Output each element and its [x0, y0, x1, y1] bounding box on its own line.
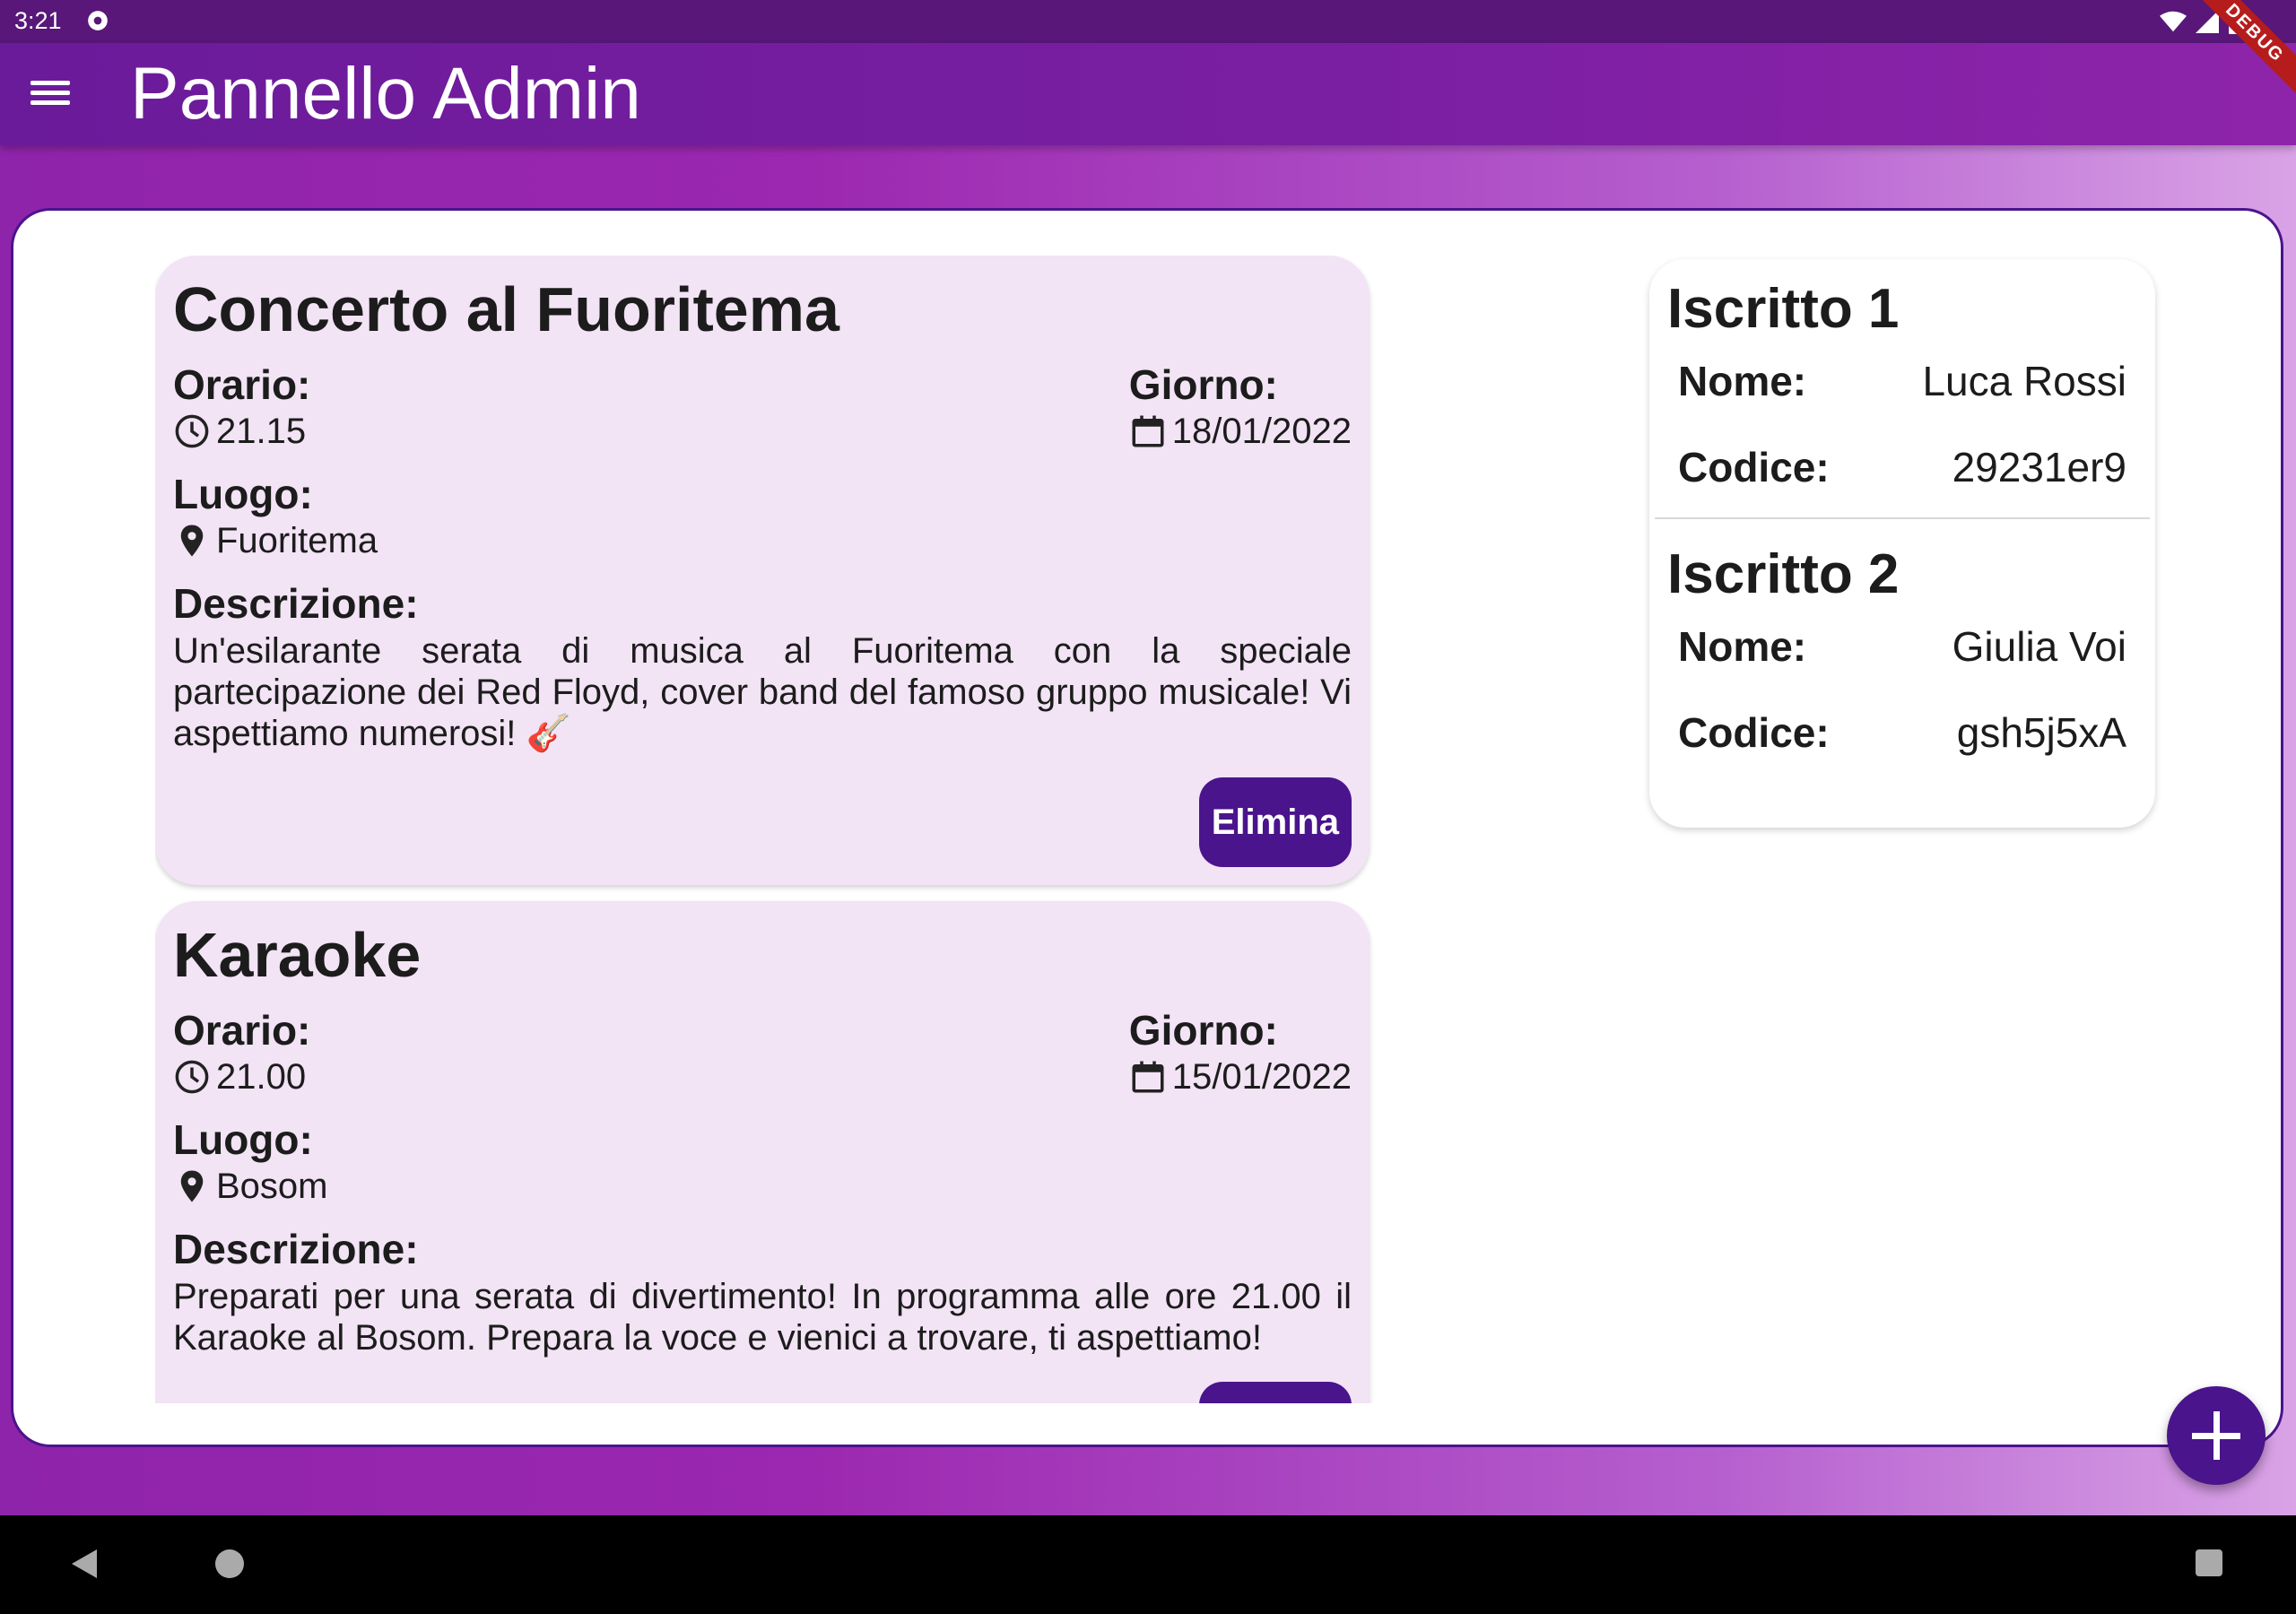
- home-icon[interactable]: [215, 1549, 244, 1578]
- app-bar: Pannello Admin: [0, 43, 2296, 145]
- name-label: Nome:: [1678, 623, 1807, 670]
- status-bar: 3:21 DEBUG: [0, 0, 2296, 113]
- system-nav-bar: [0, 1515, 2296, 1614]
- delete-event-button[interactable]: Elimina: [1198, 777, 1352, 867]
- date-label: Giorno:: [1128, 1007, 1278, 1054]
- subscriber-code: 29231er9: [1952, 444, 2126, 490]
- time-label: Orario:: [173, 1007, 311, 1054]
- back-icon[interactable]: [72, 1549, 97, 1578]
- notification-icon: [88, 11, 108, 30]
- subscriber-name: Luca Rossi: [1922, 358, 2126, 404]
- event-description: Un'esilarante serata di musica al Fuorit…: [173, 631, 1352, 753]
- place-label: Luogo:: [173, 471, 313, 517]
- page-title: Pannello Admin: [130, 53, 641, 134]
- event-title: Karaoke: [173, 920, 422, 990]
- event-place: Bosom: [216, 1167, 328, 1206]
- subscriber-code: gsh5j5xA: [1956, 709, 2126, 756]
- event-place: Fuoritema: [216, 521, 378, 560]
- delete-event-button[interactable]: Elimina: [1198, 1382, 1352, 1403]
- place-label: Luogo:: [173, 1116, 313, 1163]
- date-label: Giorno:: [1128, 361, 1278, 408]
- subscriber-title: Iscritto 1: [1667, 278, 1900, 340]
- menu-icon[interactable]: [27, 75, 74, 115]
- clock-icon: [175, 414, 209, 448]
- content-panel: Concerto al Fuoritema Orario: 21.15 Gior…: [11, 208, 2283, 1447]
- event-card: Karaoke Orario: 21.00 Giorno: 15/01/2022…: [155, 901, 1370, 1403]
- divider: [1655, 517, 2150, 519]
- description-label: Descrizione:: [173, 580, 419, 627]
- calendar-icon: [1132, 1061, 1164, 1093]
- location-pin-icon: [180, 525, 204, 557]
- event-date: 15/01/2022: [1171, 1057, 1352, 1097]
- event-card: Concerto al Fuoritema Orario: 21.15 Gior…: [155, 256, 1370, 885]
- event-description: Preparati per una serata di divertimento…: [173, 1277, 1352, 1358]
- recent-apps-icon[interactable]: [2196, 1549, 2222, 1576]
- event-title: Concerto al Fuoritema: [173, 274, 839, 344]
- clock-icon: [175, 1060, 209, 1094]
- subscriber-entry: Iscritto 2 Nome: Giulia Voi Codice: gsh5j5…: [1667, 541, 2137, 756]
- event-list[interactable]: Concerto al Fuoritema Orario: 21.15 Gior…: [155, 256, 1382, 1403]
- name-label: Nome:: [1678, 358, 1807, 404]
- event-date: 18/01/2022: [1171, 412, 1352, 451]
- time-label: Orario:: [173, 361, 311, 408]
- subscriber-name: Giulia Voi: [1952, 623, 2126, 670]
- subscriber-entry: Iscritto 1 Nome: Luca Rossi Codice: 29231e…: [1667, 275, 2137, 490]
- code-label: Codice:: [1678, 709, 1830, 756]
- event-time: 21.00: [216, 1057, 307, 1097]
- subscriber-title: Iscritto 2: [1667, 543, 1900, 605]
- add-event-button[interactable]: [2167, 1386, 2266, 1485]
- event-time: 21.15: [216, 412, 307, 451]
- subscribers-card: Iscritto 1 Nome: Luca Rossi Codice: 29231e…: [1649, 259, 2155, 828]
- status-time: 3:21: [14, 7, 62, 34]
- calendar-icon: [1132, 415, 1164, 447]
- location-pin-icon: [180, 1170, 204, 1202]
- code-label: Codice:: [1678, 444, 1830, 490]
- wifi-icon: [2160, 11, 2187, 32]
- description-label: Descrizione:: [173, 1226, 419, 1272]
